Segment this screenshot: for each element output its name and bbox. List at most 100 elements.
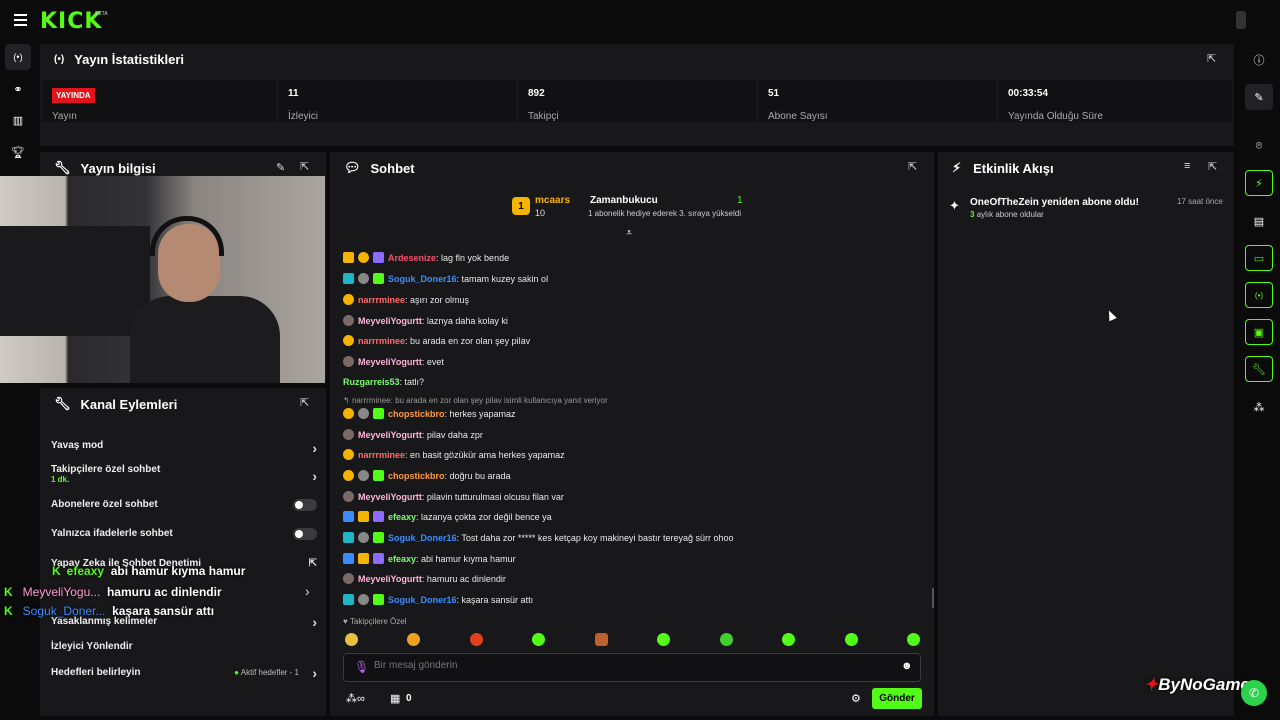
overlay-line: K MeyveliYogu... hamuru ac dinlendir [4, 585, 222, 599]
wrench-icon[interactable]: 🔧︎ [1245, 356, 1273, 382]
store-icon[interactable]: ▦ [390, 692, 400, 705]
stream-overlay-chat: Kefeaxy abi hamur kıyma hamur K MeyveliYo… [4, 564, 304, 624]
chat-input-box[interactable]: 🎙︎ ☻ [343, 653, 921, 682]
emote-icon[interactable] [594, 633, 608, 646]
emotes-only-toggle[interactable] [293, 528, 317, 540]
chat-message: narrrminee: bu arada en zor olan şey pil… [343, 335, 530, 346]
slow-mode-row[interactable]: Yavaş mod › [51, 440, 317, 456]
followers-only-row[interactable]: Takipçilere özel sohbet 1 dk. › [51, 464, 317, 484]
emote-bar [345, 633, 920, 647]
edit-icon[interactable]: ✎ [276, 161, 285, 174]
gifter-name: Zamanbukucu [590, 195, 658, 206]
bynogame-watermark: ✦ByNoGame [1144, 675, 1250, 694]
broadcast-icon: (•) [54, 54, 65, 65]
redirect-viewers-row[interactable]: İzleyici Yönlendir [51, 641, 317, 652]
broadcast-icon[interactable]: (•) [1245, 282, 1273, 308]
subscribers-only-toggle[interactable] [293, 499, 317, 511]
channel-actions-title: Kanal Eylemleri [80, 396, 178, 412]
connections-icon[interactable]: ⁂∞ [346, 692, 365, 705]
slow-mode-label: Yavaş mod [51, 440, 104, 451]
emote-icon[interactable] [407, 633, 421, 646]
link-icon[interactable]: ⚭ [5, 76, 31, 102]
goals-row[interactable]: Hedefleri belirleyin ● Aktif hedefler - 1… [51, 665, 317, 681]
stat-label: Yayında Olduğu Süre [1008, 111, 1103, 122]
pencil-icon[interactable]: ✎ [1245, 84, 1273, 110]
right-sidebar: ⓘ ✎ ⌾ ⚡︎ ▤ ▭ (•) ▣ 🔧︎ ⁂ [1240, 40, 1280, 720]
popout-icon[interactable]: ⇱ [908, 160, 917, 173]
pinned-name: mcaars [535, 195, 571, 206]
emote-icon[interactable] [345, 633, 358, 646]
emote-icon[interactable] [532, 633, 546, 646]
emotes-only-label: Yalnızca ifadelerle sohbet [51, 528, 173, 539]
popout-icon[interactable]: ⇱ [1208, 160, 1217, 173]
chevron-right-icon: › [312, 614, 317, 630]
user-avatar[interactable] [1236, 11, 1246, 29]
chat-input[interactable] [374, 660, 874, 671]
chat-message: narrrminee: aşırı zor olmuş [343, 294, 469, 305]
filter-icon[interactable]: ≡ [1184, 160, 1190, 172]
goals-label: Hedefleri belirleyin [51, 667, 141, 678]
chat-message: MeyveliYogurtt: laznya daha kolay ki [343, 315, 508, 326]
chat-message: Ruzgarreis53: tatlı? [343, 377, 425, 387]
subscribers-only-label: Abonelere özel sohbet [51, 499, 158, 510]
chat-title: Sohbet [370, 160, 415, 176]
emotes-only-row: Yalnızca ifadelerle sohbet [51, 528, 317, 540]
chat-message: Soguk_Doner16: kaşara sansür attı [343, 594, 533, 605]
connections-icon[interactable]: ⁂ [1245, 394, 1273, 420]
settings-gear-icon[interactable]: ⚙ [851, 692, 861, 705]
microphone-icon[interactable]: 🎙︎ [354, 660, 369, 674]
emote-icon[interactable] [469, 633, 483, 646]
chevron-right-icon: › [312, 665, 317, 681]
chat-message: Soguk_Doner16: tamam kuzey sakin ol [343, 273, 548, 284]
chat-message: MeyveliYogurtt: pilavin tutturulmasi olc… [343, 491, 564, 502]
pinned-count: 10 [535, 208, 546, 218]
broadcast-icon[interactable]: (•) [5, 44, 31, 70]
chevron-right-icon: › [305, 583, 310, 599]
lightning-icon: ⚡︎ [952, 160, 962, 175]
emoji-icon[interactable]: ☻ [901, 660, 913, 672]
stat-value: 892 [528, 88, 545, 99]
hamburger-menu-icon[interactable] [14, 14, 27, 26]
scroll-down-icon[interactable]: ⩡ [626, 227, 632, 240]
emote-icon[interactable] [844, 633, 858, 646]
document-icon[interactable]: ▤ [1245, 208, 1273, 234]
wrench-icon: 🔧︎ [54, 160, 71, 175]
chat-icon: 💬︎ [344, 160, 361, 175]
kick-logo[interactable]: KICK [40, 9, 102, 34]
stat-label: Yayın [52, 111, 77, 122]
chevron-right-icon: › [312, 440, 317, 456]
emote-icon[interactable] [657, 633, 671, 646]
followers-only-emotes-label: ♥ Takipçilere Özel [343, 617, 407, 626]
overlay-line: Kefeaxy abi hamur kıyma hamur [52, 564, 246, 578]
event-title: OneOfTheZein yeniden abone oldu! [970, 197, 1139, 208]
layout-icon[interactable]: ▣ [1245, 319, 1273, 345]
chat-icon[interactable]: ▭ [1245, 245, 1273, 271]
camera-icon[interactable]: ⌾ [1245, 133, 1273, 159]
gift-note: 1 abonelik hediye ederek 3. sıraya yükse… [588, 209, 741, 218]
goals-status: ● Aktif hedefler - 1 [234, 668, 299, 677]
whatsapp-icon: ✆ [1241, 680, 1267, 706]
stat-value: 00:33:54 [1008, 88, 1049, 99]
stats-icon[interactable]: ▥ [5, 107, 31, 133]
popout-icon[interactable]: ⇱ [1207, 52, 1216, 65]
stat-subscribers: 51 Abone Sayısı [758, 80, 996, 122]
redirect-viewers-label: İzleyici Yönlendir [51, 641, 133, 652]
chat-scrollbar[interactable] [932, 588, 934, 608]
send-button[interactable]: Gönder [872, 688, 922, 709]
popout-icon[interactable]: ⇱ [300, 160, 309, 173]
gift-leaderboard: 1 mcaars 10 Zamanbukucu 1 1 abonelik hed… [512, 193, 772, 225]
subscribers-only-row: Abonelere özel sohbet [51, 499, 317, 511]
chat-message: chopstickbro: herkes yapamaz [343, 408, 516, 419]
info-icon[interactable]: ⓘ [1245, 47, 1273, 73]
emote-icon[interactable] [719, 633, 733, 646]
stat-viewers: 11 İzleyici [278, 80, 516, 122]
popout-icon[interactable]: ⇱ [300, 396, 309, 409]
emote-icon[interactable] [782, 633, 796, 646]
event-time: 17 saat önce [1177, 197, 1223, 206]
lightning-icon[interactable]: ⚡︎ [1245, 170, 1273, 196]
chat-message: Ardesenize: lag fln yok bende [343, 252, 509, 263]
trophy-icon[interactable]: 🏆︎ [5, 139, 31, 165]
emote-icon[interactable] [906, 633, 920, 646]
activity-feed-panel: ⚡︎ Etkinlik Akışı ≡ ⇱ [938, 152, 1234, 716]
webcam-overlay [0, 176, 325, 383]
